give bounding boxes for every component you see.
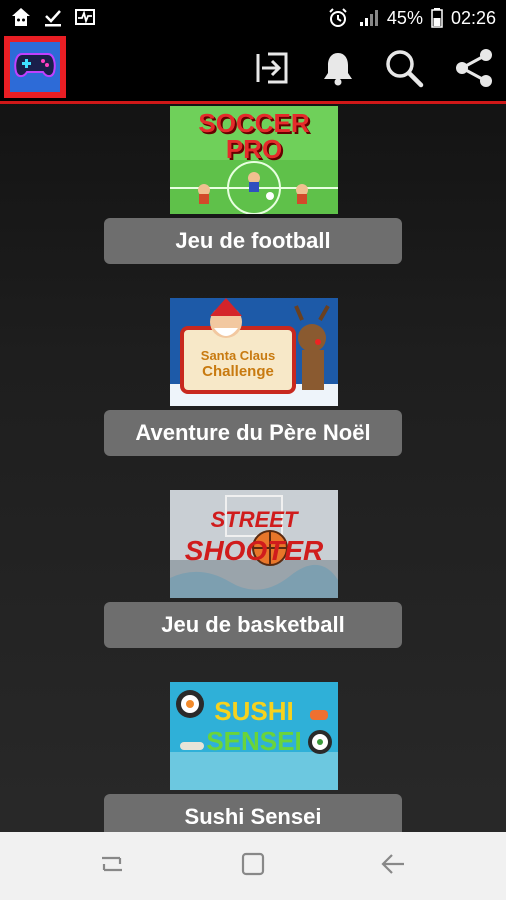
game-thumbnail-soccer[interactable]: SOCCER PRO <box>170 106 338 214</box>
share-icon <box>453 47 495 94</box>
thumb-title-line1: STREET <box>210 507 298 532</box>
activity-icon <box>74 6 96 28</box>
recent-apps-icon <box>98 850 126 883</box>
alarm-icon <box>327 7 349 29</box>
login-icon <box>252 48 292 93</box>
notifications-button[interactable] <box>312 44 364 96</box>
clock: 02:26 <box>450 7 496 28</box>
game-thumbnail-santa[interactable]: Santa Claus Challenge <box>170 298 338 406</box>
search-button[interactable] <box>378 44 430 96</box>
game-thumbnail-sushi[interactable]: SUSHI SENSEI <box>170 682 338 790</box>
thumb-title-line2: Challenge <box>202 363 274 380</box>
back-icon <box>380 850 408 883</box>
game-label-button[interactable]: Jeu de football <box>104 218 402 264</box>
download-check-icon <box>42 6 64 28</box>
recent-apps-button[interactable] <box>92 846 132 886</box>
status-bar: 45% 02:26 <box>0 0 506 36</box>
login-button[interactable] <box>246 44 298 96</box>
search-icon <box>383 47 425 94</box>
battery-percent: 45% <box>386 7 423 28</box>
battery-icon <box>431 7 443 29</box>
thumb-title-line1: Santa Claus <box>200 348 276 363</box>
gamepad-icon <box>14 50 56 85</box>
game-label-button[interactable]: Aventure du Père Noël <box>104 410 402 456</box>
app-screen: 45% 02:26 SOCCER PRO Jeu de football San… <box>0 0 506 900</box>
thumb-title-line2: PRO <box>225 134 283 164</box>
back-button[interactable] <box>374 846 414 886</box>
app-toolbar <box>0 36 506 104</box>
home-button[interactable] <box>233 846 273 886</box>
thumb-title-line2: SENSEI <box>206 726 302 756</box>
system-nav-bar <box>0 832 506 900</box>
home-icon <box>239 850 267 883</box>
thumb-title-line2: SHOOTER <box>184 535 324 566</box>
bell-icon <box>318 48 358 93</box>
game-thumbnail-basketball[interactable]: STREET SHOOTER <box>170 490 338 598</box>
signal-icon <box>357 7 379 29</box>
game-label-button[interactable]: Sushi Sensei <box>104 794 402 832</box>
home-app-icon <box>10 6 32 28</box>
app-logo-button[interactable] <box>4 36 66 98</box>
games-list: SOCCER PRO Jeu de football Santa Claus C… <box>0 104 506 832</box>
thumb-title-line1: SUSHI <box>214 696 294 726</box>
share-button[interactable] <box>448 44 500 96</box>
game-label-button[interactable]: Jeu de basketball <box>104 602 402 648</box>
